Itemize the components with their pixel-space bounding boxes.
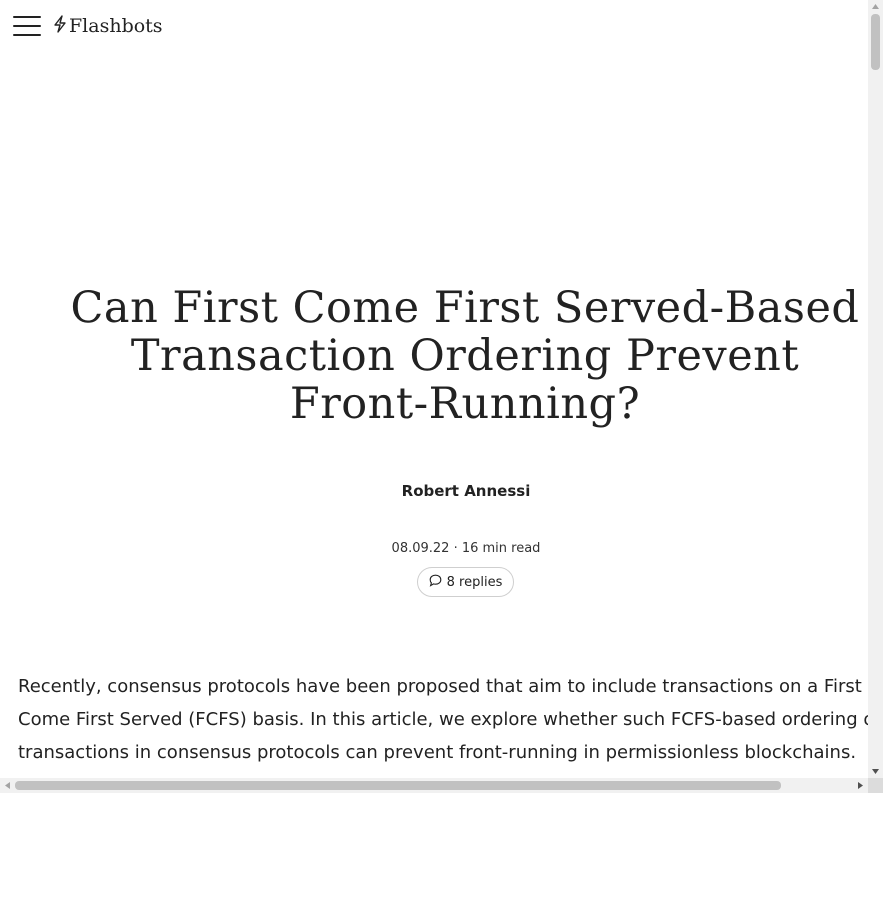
scroll-down-arrow-icon[interactable]: [868, 765, 883, 778]
scroll-left-arrow-icon[interactable]: [0, 778, 15, 793]
replies-label: 8 replies: [446, 574, 503, 590]
author-name: Robert Annessi: [401, 482, 531, 500]
logo-text: Flashbots: [69, 15, 163, 37]
horizontal-scroll-thumb[interactable]: [15, 781, 781, 790]
hamburger-menu-icon[interactable]: [13, 14, 41, 38]
scrollbar-corner: [868, 778, 883, 793]
top-bar: Flashbots: [0, 0, 868, 52]
vertical-scrollbar[interactable]: [868, 0, 883, 778]
scroll-right-arrow-icon[interactable]: [853, 778, 868, 793]
flashbots-logo[interactable]: Flashbots: [53, 14, 163, 38]
replies-button[interactable]: 8 replies: [417, 567, 514, 597]
page-viewport: Flashbots Can First Come First Served-Ba…: [0, 0, 868, 778]
lightning-bolt-icon: [53, 14, 67, 38]
article-title: Can First Come First Served-Based Transa…: [70, 283, 860, 429]
horizontal-scrollbar[interactable]: [0, 778, 868, 793]
article-meta: 08.09.22 · 16 min read: [391, 541, 541, 556]
article-intro: Recently, consensus protocols have been …: [18, 676, 868, 763]
blank-area: [0, 793, 883, 900]
speech-bubble-icon: [429, 574, 442, 591]
vertical-scroll-thumb[interactable]: [871, 14, 880, 70]
scroll-up-arrow-icon[interactable]: [868, 0, 883, 13]
